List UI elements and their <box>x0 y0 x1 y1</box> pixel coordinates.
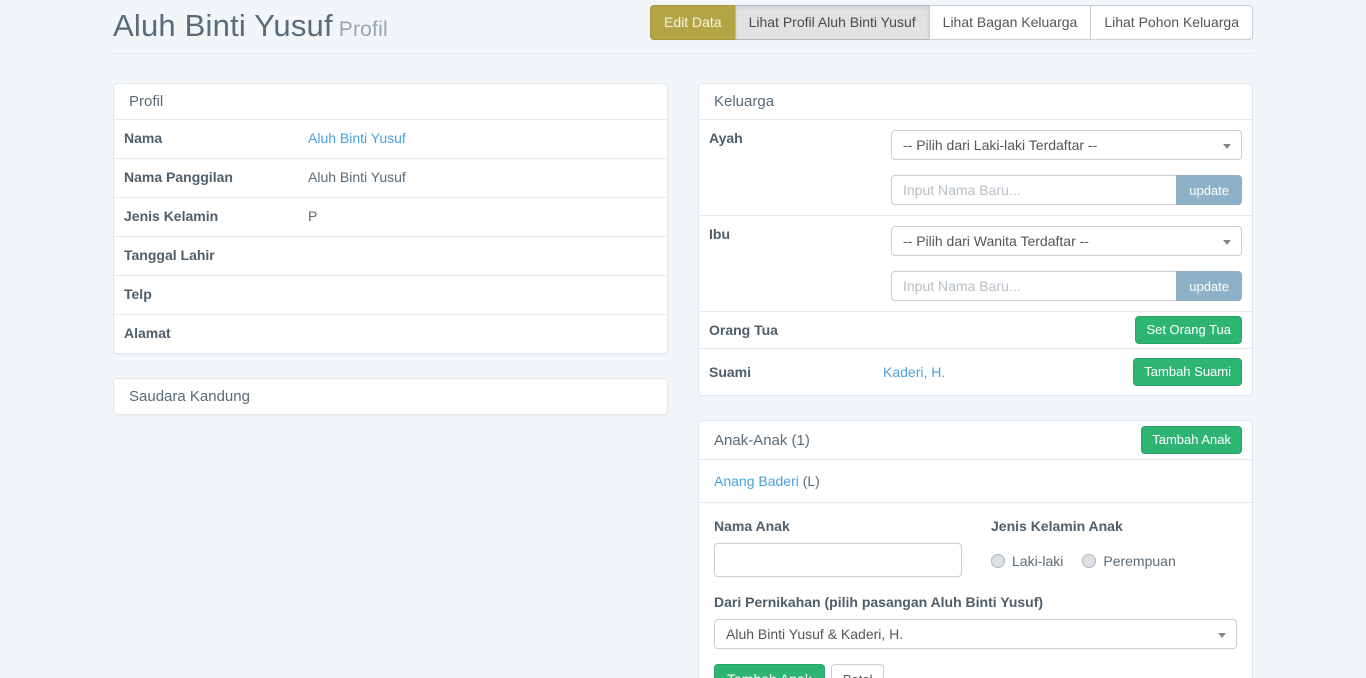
page-container: Aluh Binti Yusuf Profil Edit Data Lihat P… <box>113 0 1253 678</box>
left-column: Profil Nama Aluh Binti Yusuf Nama Panggi… <box>113 83 668 678</box>
caret-down-icon <box>1223 240 1231 245</box>
ayah-name-input[interactable] <box>891 175 1176 205</box>
row-label: Alamat <box>114 315 298 353</box>
row-value <box>298 276 667 314</box>
add-child-form: Nama Anak Jenis Kelamin Anak Laki-laki P… <box>699 502 1252 678</box>
saudara-kandung-panel: Saudara Kandung <box>113 378 668 415</box>
lihat-bagan-button[interactable]: Lihat Bagan Keluarga <box>929 5 1092 40</box>
tambah-suami-button[interactable]: Tambah Suami <box>1133 358 1242 386</box>
ibu-update-button[interactable]: update <box>1176 271 1242 301</box>
radio-perempuan[interactable] <box>1082 554 1096 568</box>
ayah-select-value: -- Pilih dari Laki-laki Terdaftar -- <box>903 137 1097 153</box>
tambah-anak-submit-button[interactable]: Tambah Anak <box>714 664 825 678</box>
ibu-row: Ibu -- Pilih dari Wanita Terdaftar -- up… <box>699 215 1252 311</box>
right-column: Keluarga Ayah -- Pilih dari Laki-laki Te… <box>698 83 1253 678</box>
row-value: Aluh Binti Yusuf <box>298 159 667 197</box>
ibu-select-value: -- Pilih dari Wanita Terdaftar -- <box>903 233 1089 249</box>
nama-anak-label: Nama Anak <box>714 518 976 534</box>
person-name: Aluh Binti Yusuf <box>113 8 333 43</box>
row-value <box>298 315 667 353</box>
dari-pernikahan-label: Dari Pernikahan (pilih pasangan Aluh Bin… <box>714 594 1237 610</box>
page-header: Aluh Binti Yusuf Profil Edit Data Lihat P… <box>113 0 1253 54</box>
table-row: Alamat <box>114 314 667 353</box>
table-row: Tanggal Lahir <box>114 236 667 275</box>
row-value: P <box>298 198 667 236</box>
table-row: Jenis Kelamin P <box>114 197 667 236</box>
ayah-label: Ayah <box>699 120 881 215</box>
row-label: Nama Panggilan <box>114 159 298 197</box>
keluarga-panel-title: Keluarga <box>699 84 1252 119</box>
keluarga-panel: Keluarga Ayah -- Pilih dari Laki-laki Te… <box>698 83 1253 396</box>
batal-button[interactable]: Batal <box>831 664 885 678</box>
jenis-kelamin-anak-label: Jenis Kelamin Anak <box>991 518 1237 534</box>
tambah-anak-header-button[interactable]: Tambah Anak <box>1141 426 1242 454</box>
row-label: Jenis Kelamin <box>114 198 298 236</box>
content-columns: Profil Nama Aluh Binti Yusuf Nama Panggi… <box>113 83 1253 678</box>
orang-tua-row: Orang Tua Set Orang Tua <box>699 311 1252 348</box>
anak-anak-panel: Anak-Anak (1) Tambah Anak Anang Baderi (… <box>698 420 1253 678</box>
radio-perempuan-label: Perempuan <box>1103 553 1175 569</box>
child-list-item: Anang Baderi (L) <box>699 459 1252 502</box>
pernikahan-select-value: Aluh Binti Yusuf & Kaderi, H. <box>726 626 903 642</box>
row-value <box>298 237 667 275</box>
profil-panel: Profil Nama Aluh Binti Yusuf Nama Panggi… <box>113 83 668 354</box>
set-orang-tua-button[interactable]: Set Orang Tua <box>1135 316 1242 344</box>
nama-anak-input[interactable] <box>714 543 962 577</box>
table-row: Nama Aluh Binti Yusuf <box>114 119 667 158</box>
ibu-label: Ibu <box>699 216 881 311</box>
table-row: Telp <box>114 275 667 314</box>
ibu-select[interactable]: -- Pilih dari Wanita Terdaftar -- <box>891 226 1242 256</box>
child-link[interactable]: Anang Baderi <box>714 473 799 489</box>
lihat-pohon-button[interactable]: Lihat Pohon Keluarga <box>1090 5 1253 40</box>
anak-anak-title: Anak-Anak (1) <box>714 432 810 449</box>
suami-link[interactable]: Kaderi, H. <box>883 354 945 390</box>
row-label: Tanggal Lahir <box>114 237 298 275</box>
radio-laki-laki-label: Laki-laki <box>1012 553 1063 569</box>
page-title: Aluh Binti Yusuf Profil <box>113 8 388 44</box>
edit-data-button[interactable]: Edit Data <box>650 5 736 40</box>
child-gender: (L) <box>799 473 820 489</box>
page-subtitle: Profil <box>339 18 388 41</box>
caret-down-icon <box>1223 144 1231 149</box>
suami-label: Suami <box>699 354 883 390</box>
ibu-name-input[interactable] <box>891 271 1176 301</box>
row-label: Telp <box>114 276 298 314</box>
ayah-select[interactable]: -- Pilih dari Laki-laki Terdaftar -- <box>891 130 1242 160</box>
lihat-profil-button[interactable]: Lihat Profil Aluh Binti Yusuf <box>735 5 930 40</box>
nama-link[interactable]: Aluh Binti Yusuf <box>308 130 406 146</box>
saudara-kandung-title: Saudara Kandung <box>114 379 667 414</box>
view-switcher: Edit Data Lihat Profil Aluh Binti Yusuf … <box>650 5 1253 40</box>
pernikahan-select[interactable]: Aluh Binti Yusuf & Kaderi, H. <box>714 619 1237 649</box>
table-row: Nama Panggilan Aluh Binti Yusuf <box>114 158 667 197</box>
caret-down-icon <box>1218 633 1226 638</box>
ayah-row: Ayah -- Pilih dari Laki-laki Terdaftar -… <box>699 119 1252 215</box>
ayah-update-button[interactable]: update <box>1176 175 1242 205</box>
radio-laki-laki[interactable] <box>991 554 1005 568</box>
profil-panel-title: Profil <box>114 84 667 119</box>
suami-row: Suami Kaderi, H. Tambah Suami <box>699 348 1252 395</box>
orang-tua-label: Orang Tua <box>699 312 883 348</box>
row-label: Nama <box>114 120 298 158</box>
